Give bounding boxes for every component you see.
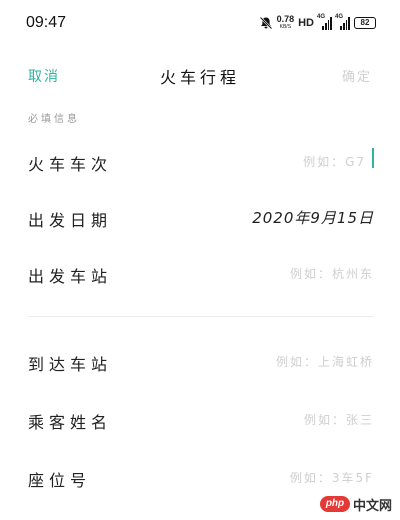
network-speed-value: 0.78 [276,14,295,24]
arrival-station-label: 到达车站 [28,355,113,374]
seat-number-label: 座位号 [28,471,92,490]
departure-date-label: 出发日期 [28,211,113,230]
watermark: php 中文网 [319,494,392,514]
seat-number-input[interactable]: 例如：3车5F [290,469,374,486]
watermark-site: 中文网 [352,497,392,513]
seat-number-field[interactable]: 座位号 例如：3车5F [28,462,374,492]
network-speed-unit: KB/S [279,24,292,30]
status-bar: 09:47 0.78 KB/S HD 4G 4G 82 [0,0,400,46]
confirm-button[interactable]: 确定 [342,66,372,85]
nav-header: 取消 火车行程 确定 [0,58,400,90]
passenger-name-field[interactable]: 乘客姓名 例如：张三 [28,404,374,434]
page-title: 火车行程 [159,68,240,87]
watermark-logo: php [319,496,350,512]
departure-station-label: 出发车站 [28,267,113,286]
signal-icon-2: 4G [335,14,350,30]
departure-date-value[interactable]: 2020年9月15日 [252,207,374,228]
text-caret [372,148,374,168]
departure-date-field[interactable]: 出发日期 2020年9月15日 [28,202,374,232]
bell-muted-icon [259,16,272,30]
battery-icon: 82 [354,17,376,29]
train-number-label: 火车车次 [28,155,113,174]
status-icons: 0.78 KB/S HD 4G 4G 82 [259,14,376,32]
signal-1-tag: 4G [317,14,326,20]
section-label: 必填信息 [28,114,80,125]
train-number-field[interactable]: 火车车次 例如：G7 [28,146,374,176]
hd-indicator: HD [298,17,314,29]
status-time: 09:47 [26,14,67,31]
section-divider [28,316,374,317]
signal-2-tag: 4G [335,14,344,20]
network-speed: 0.78 KB/S [277,15,295,31]
passenger-name-label: 乘客姓名 [28,413,113,432]
arrival-station-field[interactable]: 到达车站 例如：上海虹桥 [28,346,374,376]
arrival-station-input[interactable]: 例如：上海虹桥 [276,353,374,370]
passenger-name-input[interactable]: 例如：张三 [304,411,374,428]
signal-icon-1: 4G [317,14,332,30]
departure-station-input[interactable]: 例如：杭州东 [290,265,374,282]
departure-station-field[interactable]: 出发车站 例如：杭州东 [28,258,374,288]
train-number-input[interactable]: 例如：G7 [303,153,366,170]
